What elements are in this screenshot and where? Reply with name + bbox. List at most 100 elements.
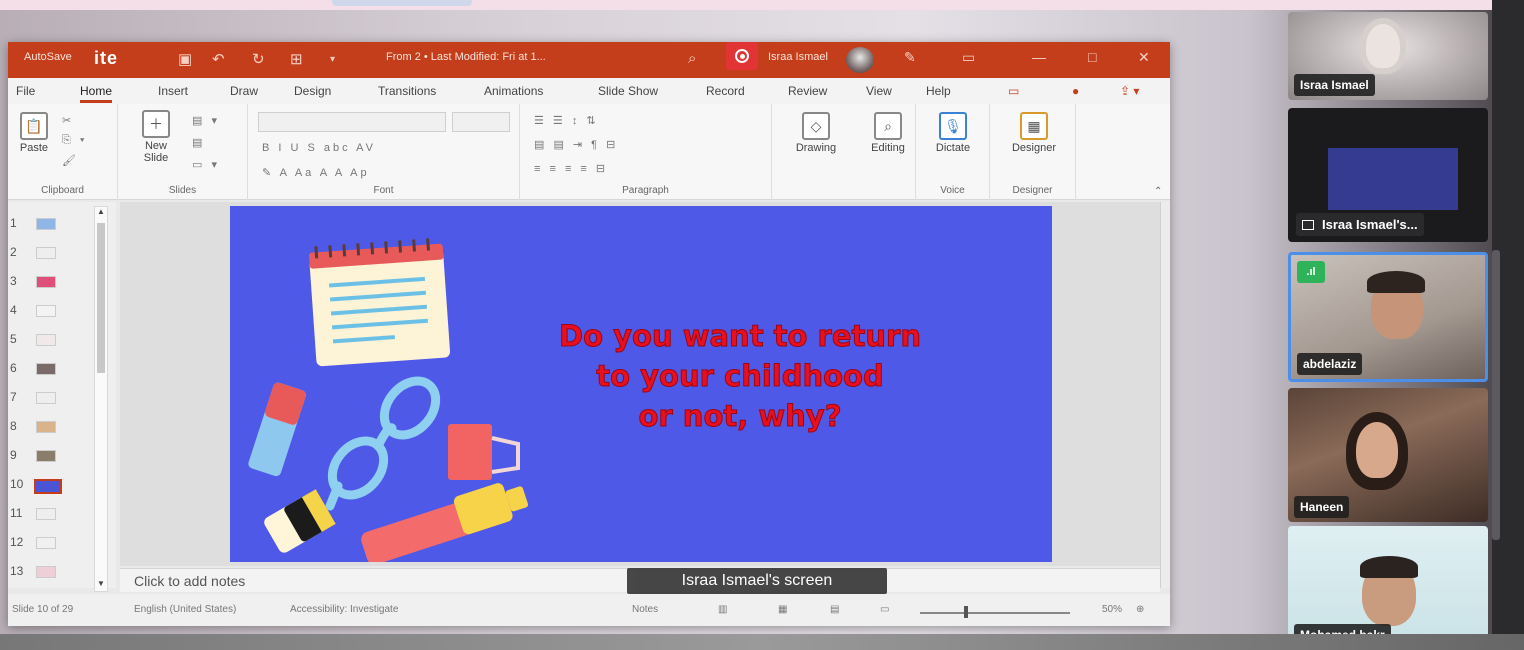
group-drawing: ◇ Drawing [772,104,860,200]
tab-insert[interactable]: Insert [158,84,188,98]
participant-tile[interactable]: Israa Ismael [1288,12,1488,100]
share-icon[interactable]: ⇪ ▾ [1120,84,1139,98]
thumbnail-6[interactable]: 6 [8,359,108,387]
zoom-level[interactable]: 50% [1102,604,1122,615]
paste-button[interactable]: 📋 Paste [14,112,54,154]
slide-10[interactable]: Do you want to return to your childhood … [230,206,1052,562]
tab-home[interactable]: Home [80,84,113,103]
zoom-slider[interactable] [920,612,1070,614]
autosave-label[interactable]: AutoSave [24,51,72,63]
thumbnail-12[interactable]: 12 [8,533,108,561]
reading-view-icon[interactable]: ▤ [830,604,839,615]
align-buttons[interactable]: ≡ ≡ ≡ ≡ ⊟ [534,162,608,175]
slide-question-text[interactable]: Do you want to return to your childhood … [480,316,1000,436]
tab-file[interactable]: File [16,84,35,98]
tab-animations[interactable]: Animations [484,84,543,98]
maximize-icon[interactable]: □ [1088,49,1096,65]
customize-icon[interactable]: ▾ [330,54,335,65]
zoom-slider-thumb[interactable] [964,606,968,618]
thumbnail-2[interactable]: 2 [8,243,108,271]
undo-icon[interactable]: ↶ [212,50,225,68]
participant-tile[interactable]: Israa Ismael's... [1288,108,1488,242]
tab-slide-show[interactable]: Slide Show [598,84,658,98]
notes-button[interactable]: Notes [632,604,658,615]
tab-transitions[interactable]: Transitions [378,84,436,98]
thumbnail-9[interactable]: 9 [8,446,108,474]
thumbnail-scrollbar[interactable]: ▲ ▼ [94,206,108,592]
top-tab[interactable] [332,0,472,6]
tab-draw[interactable]: Draw [230,84,258,98]
document-title[interactable]: From 2 • Last Modified: Fri at 1... [386,51,546,63]
participant-tile-active[interactable]: .ıl abdelaziz [1288,252,1488,382]
participant-hair [1360,556,1418,578]
format-buttons[interactable]: B I U S abc AV [262,142,376,154]
fit-slide-icon[interactable]: ⊕ [1136,604,1144,615]
thumbnail-11[interactable]: 11 [8,504,108,532]
cut-icon[interactable]: ✂ [62,114,74,127]
sorter-view-icon[interactable]: ▦ [778,604,787,615]
language-status[interactable]: English (United States) [134,604,236,615]
tab-review[interactable]: Review [788,84,827,98]
save-icon[interactable]: ▣ [178,50,192,68]
thumbnail-8[interactable]: 8 [8,417,108,445]
close-icon[interactable]: ✕ [1138,49,1150,66]
drawing-button[interactable]: ◇ Drawing [786,112,846,154]
list-buttons[interactable]: ☰ ☰ ↕ ⇅ [534,114,599,127]
minimize-icon[interactable]: — [1032,49,1046,65]
font-size-select[interactable] [452,112,510,132]
redo-icon[interactable]: ↻ [252,50,265,68]
editing-button[interactable]: ⌕ Editing [864,112,912,154]
participant-name-text: Israa Ismael's... [1322,217,1418,232]
tab-view[interactable]: View [866,84,892,98]
designer-button[interactable]: ▦ Designer [1004,112,1064,154]
thumbnail-13[interactable]: 13 [8,562,108,590]
participant-tile[interactable]: Mohamed bakr [1288,526,1488,650]
copy-icon[interactable]: ⎘ ▾ [62,134,87,147]
reuse-slides-icon[interactable]: ▤ [192,136,205,149]
normal-view-icon[interactable]: ▥ [718,604,727,615]
avatar[interactable] [846,47,874,73]
scrollbar-thumb[interactable] [97,223,105,373]
tab-record[interactable]: Record [706,84,745,98]
slide-text-line: Do you want to return [559,319,922,354]
gallery-scrollbar[interactable] [1492,250,1500,540]
layout-icon[interactable]: ▤ ▾ [192,114,220,127]
ribbon: 📋 Paste ✂ ⎘ ▾ 🖌 Clipboard ＋ New Slide ▤ … [8,104,1170,200]
accessibility-status[interactable]: Accessibility: Investigate [290,604,398,615]
collapse-ribbon-icon[interactable]: ⌃ [1154,186,1162,197]
pen-icon[interactable]: ✎ [904,49,916,66]
thumbnail-10[interactable]: 10 [8,475,108,503]
thumbnail-3[interactable]: 3 [8,272,108,300]
comments-icon[interactable]: ▭ [1008,84,1019,98]
powerpoint-window: AutoSave ite ▣ ↶ ↻ ⊞ ▾ From 2 • Last Mod… [8,42,1170,626]
record-tab-icon[interactable]: ● [1072,84,1079,98]
scroll-up-icon[interactable]: ▲ [95,207,107,219]
slideshow-view-icon[interactable]: ▭ [880,604,889,615]
font-color-buttons[interactable]: ✎ A Aa A A Ap [262,166,370,179]
format-painter-icon[interactable]: 🖌 [62,154,79,167]
top-strip [0,0,1524,10]
present-icon[interactable]: ⊞ [290,50,303,68]
section-icon[interactable]: ▭ ▾ [192,158,220,171]
thumbnail-1[interactable]: 1 [8,214,108,242]
thumbnail-number: 11 [10,506,23,520]
tab-design[interactable]: Design [294,84,331,98]
thumbnail-image [36,276,56,288]
tab-help[interactable]: Help [926,84,951,98]
thumbnail-4[interactable]: 4 [8,301,108,329]
font-name-select[interactable] [258,112,446,132]
notes-placeholder[interactable]: Click to add notes [134,573,245,589]
participant-name: abdelaziz [1297,353,1363,375]
slide-scrollbar[interactable] [1160,202,1170,588]
participant-tile[interactable]: Haneen [1288,388,1488,522]
scroll-down-icon[interactable]: ▼ [95,579,107,591]
new-slide-button[interactable]: ＋ New Slide [136,110,176,164]
thumbnail-5[interactable]: 5 [8,330,108,358]
record-button[interactable] [726,42,758,70]
dictate-button[interactable]: 🎙 Dictate [926,112,980,154]
search-icon[interactable]: ⌕ [688,50,696,67]
user-name[interactable]: Israa Ismael [768,51,828,63]
indent-buttons[interactable]: ▤ ▤ ⇥ ¶ ⊟ [534,138,618,151]
thumbnail-7[interactable]: 7 [8,388,108,416]
ribbon-display-icon[interactable]: ▭ [962,49,975,66]
